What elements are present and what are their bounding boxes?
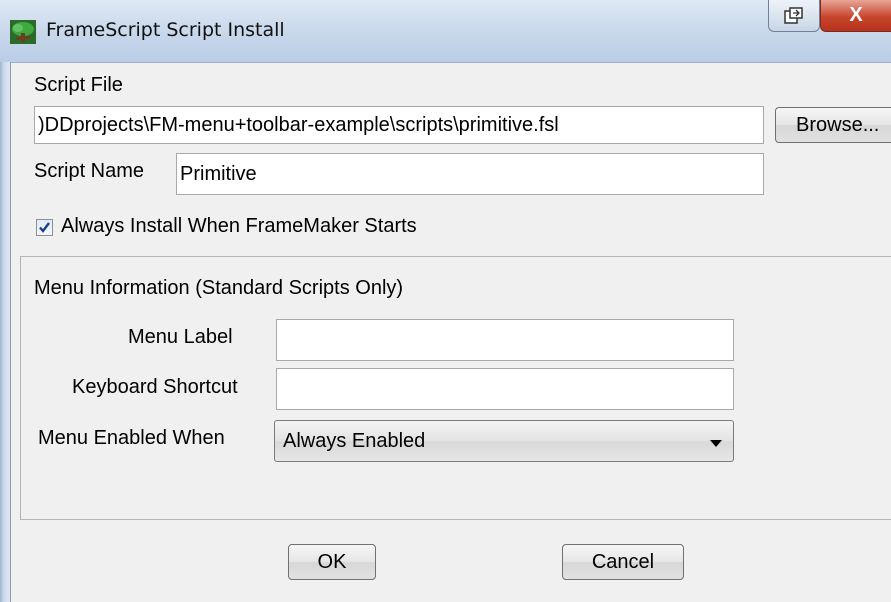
menu-enabled-select[interactable]: Always Enabled bbox=[274, 420, 734, 462]
close-icon: X bbox=[849, 4, 863, 26]
cancel-button-label: Cancel bbox=[591, 550, 655, 573]
framescript-tree-icon bbox=[10, 20, 36, 44]
menu-label-label: Menu Label bbox=[128, 326, 233, 348]
keyboard-shortcut-label: Keyboard Shortcut bbox=[72, 376, 238, 398]
window-title: FrameScript Script Install bbox=[46, 19, 285, 41]
browse-button-label: Browse... bbox=[796, 113, 880, 136]
script-name-label: Script Name bbox=[34, 160, 145, 182]
close-button[interactable]: X bbox=[820, 0, 891, 32]
menu-enabled-label: Menu Enabled When bbox=[38, 427, 225, 449]
cancel-button[interactable]: Cancel bbox=[562, 544, 684, 580]
checkmark-icon bbox=[39, 222, 50, 233]
always-install-label[interactable]: Always Install When FrameMaker Starts bbox=[61, 215, 417, 238]
restore-button[interactable] bbox=[768, 0, 820, 32]
menu-label-input[interactable] bbox=[276, 319, 734, 361]
chevron-down-icon bbox=[710, 440, 722, 447]
title-bar[interactable]: FrameScript Script Install X bbox=[0, 0, 891, 63]
browse-button[interactable]: Browse... bbox=[775, 107, 891, 143]
script-name-input[interactable]: Primitive bbox=[176, 153, 764, 195]
window-frame-left bbox=[0, 62, 11, 602]
ok-button-label: OK bbox=[317, 550, 347, 573]
script-file-input[interactable]: )DDprojects\FM-menu+toolbar-example\scri… bbox=[34, 106, 764, 144]
menu-information-title: Menu Information (Standard Scripts Only) bbox=[34, 277, 404, 299]
menu-enabled-value: Always Enabled bbox=[283, 430, 426, 452]
keyboard-shortcut-input[interactable] bbox=[276, 368, 734, 410]
restore-window-icon bbox=[784, 6, 803, 24]
ok-button[interactable]: OK bbox=[288, 544, 376, 580]
script-file-label: Script File bbox=[34, 74, 123, 96]
always-install-checkbox[interactable] bbox=[36, 219, 53, 236]
